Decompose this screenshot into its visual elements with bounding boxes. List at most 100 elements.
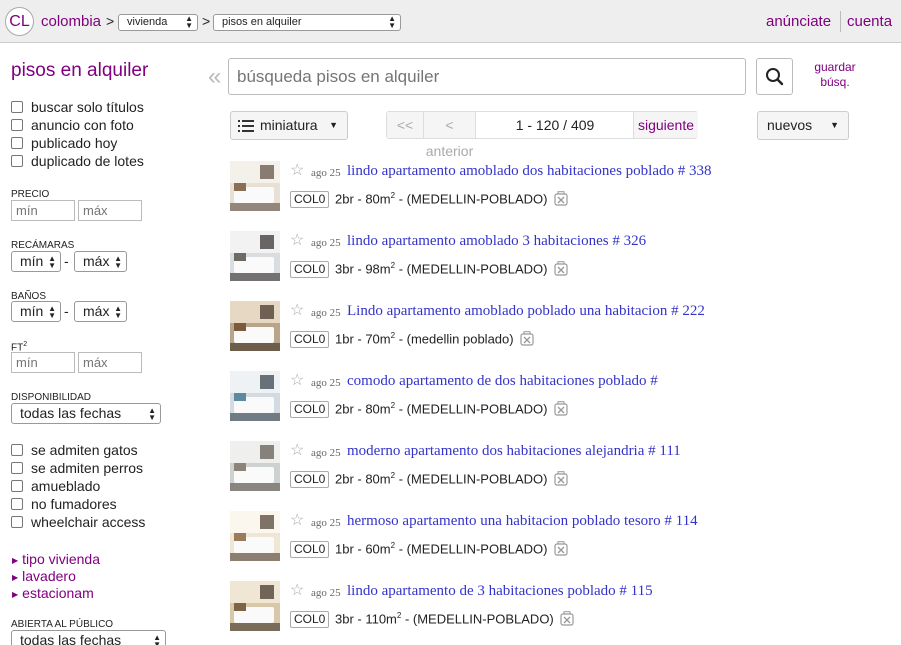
result-thumbnail[interactable] xyxy=(230,371,280,421)
favorite-star-icon[interactable]: ☆ xyxy=(290,303,304,319)
checkbox-label: no fumadores xyxy=(31,496,117,512)
housing-size: 1br - 60m xyxy=(334,541,391,557)
housing-size: 2br - 80m xyxy=(334,471,391,487)
result-row: ☆ ago 25 moderno apartamento dos habitac… xyxy=(230,441,870,491)
subcategory-select-value: pisos en alquiler xyxy=(222,16,302,28)
select-arrows-icon: ▲ ▼ xyxy=(148,406,156,422)
result-thumbnail[interactable] xyxy=(230,161,280,211)
result-title-link[interactable]: lindo apartamento de 3 habitaciones pobl… xyxy=(347,583,653,600)
expander-label: lavadero xyxy=(22,568,76,584)
select-arrows-icon: ▲ ▼ xyxy=(153,633,161,645)
min-sqft-input[interactable] xyxy=(11,352,75,373)
wheelchair-access-checkbox[interactable]: wheelchair access xyxy=(11,514,145,530)
result-title-link[interactable]: lindo apartamento amoblado 3 habitacione… xyxy=(347,233,646,250)
hide-posting-icon[interactable] xyxy=(554,261,568,276)
favorite-star-icon[interactable]: ☆ xyxy=(290,163,304,179)
availability-select[interactable]: todas las fechas ▲ ▼ xyxy=(11,403,161,424)
view-mode-select[interactable]: miniatura ▼ xyxy=(230,111,348,140)
favorite-star-icon[interactable]: ☆ xyxy=(290,373,304,389)
favorite-star-icon[interactable]: ☆ xyxy=(290,583,304,599)
caret-down-icon: ▼ xyxy=(830,120,839,130)
checkbox-box[interactable] xyxy=(11,480,23,492)
result-thumbnail[interactable] xyxy=(230,301,280,351)
hide-posting-icon[interactable] xyxy=(560,611,574,626)
search-button[interactable] xyxy=(756,58,793,95)
parking-expander[interactable]: ▶ estacionam xyxy=(12,585,94,603)
furnished-checkbox[interactable]: amueblado xyxy=(11,478,100,494)
hide-posting-icon[interactable] xyxy=(520,331,534,346)
has-photo-checkbox[interactable]: anuncio con foto xyxy=(11,117,134,133)
result-title-link[interactable]: comodo apartamento de dos habitaciones p… xyxy=(347,373,658,390)
posted-today-checkbox[interactable]: publicado hoy xyxy=(11,135,117,151)
checkbox-box[interactable] xyxy=(11,101,23,113)
search-input[interactable] xyxy=(228,58,746,95)
select-arrows-icon: ▲ ▼ xyxy=(48,254,56,270)
max-bedrooms-select[interactable]: máx ▲ ▼ xyxy=(74,251,127,272)
result-meta: COL0 1br - 70m2 - (medellin poblado) xyxy=(290,327,534,349)
previous-page-button[interactable]: < anterior xyxy=(424,112,476,159)
min-price-input[interactable] xyxy=(11,200,75,221)
favorite-star-icon[interactable]: ☆ xyxy=(290,443,304,459)
dogs-ok-checkbox[interactable]: se admiten perros xyxy=(11,460,143,476)
triangle-right-icon: ▶ xyxy=(12,590,19,599)
housing-size: 1br - 70m xyxy=(334,331,391,347)
save-search-link[interactable]: guardar búsq. xyxy=(806,60,864,90)
subcategory-select[interactable]: pisos en alquiler ▲ ▼ xyxy=(213,14,401,31)
no-smoking-checkbox[interactable]: no fumadores xyxy=(11,496,117,512)
checkbox-box[interactable] xyxy=(11,444,23,456)
checkbox-box[interactable] xyxy=(11,498,23,510)
result-title-link[interactable]: Lindo apartamento amoblado poblado una h… xyxy=(347,303,705,320)
search-titles-only-checkbox[interactable]: buscar solo títulos xyxy=(11,99,144,115)
result-title-link[interactable]: lindo apartamento amoblado dos habitacio… xyxy=(347,163,712,180)
header-divider xyxy=(840,11,841,32)
max-bathrooms-select[interactable]: máx ▲ ▼ xyxy=(74,301,127,322)
range-dash: - xyxy=(64,303,69,319)
checkbox-box[interactable] xyxy=(11,155,23,167)
result-thumbnail[interactable] xyxy=(230,581,280,631)
post-ad-link[interactable]: anúnciate xyxy=(766,13,831,30)
select-arrows-icon: ▲ ▼ xyxy=(388,14,396,30)
open-house-select[interactable]: todas las fechas ▲ ▼ xyxy=(11,630,166,645)
housing-type-expander[interactable]: ▶ tipo vivienda xyxy=(12,551,100,569)
hide-posting-icon[interactable] xyxy=(554,191,568,206)
hide-posting-icon[interactable] xyxy=(554,541,568,556)
checkbox-label: duplicado de lotes xyxy=(31,153,144,169)
sidebar-title[interactable]: pisos en alquiler xyxy=(11,60,148,82)
checkbox-box[interactable] xyxy=(11,137,23,149)
checkbox-box[interactable] xyxy=(11,119,23,131)
result-thumbnail[interactable] xyxy=(230,511,280,561)
result-location: - (MEDELLIN-POBLADO) xyxy=(395,541,548,557)
max-price-input[interactable] xyxy=(78,200,142,221)
result-title-link[interactable]: moderno apartamento dos habitaciones ale… xyxy=(347,443,681,460)
checkbox-box[interactable] xyxy=(11,516,23,528)
price-tag: COL0 xyxy=(290,471,330,489)
min-bathrooms-select[interactable]: mín ▲ ▼ xyxy=(11,301,61,322)
result-thumbnail[interactable] xyxy=(230,441,280,491)
max-sqft-input[interactable] xyxy=(78,352,142,373)
min-bedrooms-select[interactable]: mín ▲ ▼ xyxy=(11,251,61,272)
account-link[interactable]: cuenta xyxy=(847,13,892,30)
cats-ok-checkbox[interactable]: se admiten gatos xyxy=(11,442,138,458)
first-page-button[interactable]: << xyxy=(387,112,424,138)
laundry-expander[interactable]: ▶ lavadero xyxy=(12,568,76,586)
next-page-button[interactable]: siguiente xyxy=(633,112,698,138)
result-date: ago 25 xyxy=(311,167,341,179)
housing-size: 2br - 80m xyxy=(334,191,391,207)
result-date: ago 25 xyxy=(311,307,341,319)
craigslist-logo[interactable]: CL xyxy=(5,7,34,36)
hide-posting-icon[interactable] xyxy=(554,471,568,486)
favorite-star-icon[interactable]: ☆ xyxy=(290,513,304,529)
bundle-duplicates-checkbox[interactable]: duplicado de lotes xyxy=(11,153,144,169)
result-thumbnail[interactable] xyxy=(230,231,280,281)
checkbox-box[interactable] xyxy=(11,462,23,474)
checkbox-label: amueblado xyxy=(31,478,101,494)
collapse-sidebar-icon[interactable]: « xyxy=(208,63,221,91)
favorite-star-icon[interactable]: ☆ xyxy=(290,233,304,249)
sort-select[interactable]: nuevos ▼ xyxy=(757,111,849,140)
hide-posting-icon[interactable] xyxy=(554,401,568,416)
triangle-right-icon: ▶ xyxy=(12,556,19,565)
result-title-link[interactable]: hermoso apartamento una habitacion pobla… xyxy=(347,513,698,530)
category-select[interactable]: vivienda ▲ ▼ xyxy=(118,14,198,31)
area-link[interactable]: colombia xyxy=(41,13,101,30)
result-meta: COL0 2br - 80m2 - (MEDELLIN-POBLADO) xyxy=(290,397,568,419)
